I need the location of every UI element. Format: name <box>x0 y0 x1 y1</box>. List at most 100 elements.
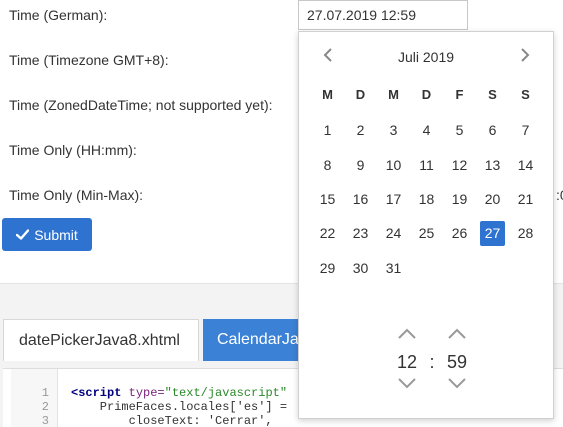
calendar-day-number: 30 <box>352 259 369 276</box>
calendar-day-empty <box>476 251 509 285</box>
calendar-day[interactable]: 25 <box>410 216 443 250</box>
line-number: 1 <box>41 386 49 400</box>
line-number: 2 <box>41 400 49 414</box>
calendar-day[interactable]: 28 <box>509 216 542 250</box>
calendar-day-number: 12 <box>451 156 468 173</box>
time-separator: : <box>429 352 435 372</box>
day-grid: 1 2 3 4 5 6 7 8 9 10 11 12 13 14 15 16 17 18 19 20 21 22 23 24 2… <box>311 113 542 285</box>
calendar-day[interactable]: 13 <box>476 147 509 181</box>
label-time-only: Time Only (HH:mm): <box>9 142 137 158</box>
calendar-day-number: 11 <box>419 156 434 173</box>
calendar-day-number: 24 <box>385 225 402 242</box>
calendar-day[interactable]: 29 <box>311 251 344 285</box>
minute-increment-button[interactable] <box>445 327 469 345</box>
calendar-day[interactable]: 20 <box>476 182 509 216</box>
tab-datepicker-java8-xhtml[interactable]: datePickerJava8.xhtml <box>3 319 199 361</box>
next-month-button[interactable] <box>514 46 536 68</box>
weekday-label: F <box>455 87 464 102</box>
calendar-day-number: 25 <box>418 225 435 242</box>
weekday-label: S <box>521 87 530 102</box>
calendar-day-number: 17 <box>385 190 402 207</box>
calendar-day[interactable]: 9 <box>344 147 377 181</box>
submit-button-label: Submit <box>34 226 78 243</box>
calendar-day-number: 16 <box>352 190 369 207</box>
code-line: <script type="text/javascript" <box>71 386 287 400</box>
weekday-label: S <box>488 87 497 102</box>
calendar-day[interactable]: 14 <box>509 147 542 181</box>
calendar-day-number: 19 <box>451 190 468 207</box>
calendar-day-number: 7 <box>521 122 530 139</box>
calendar-day[interactable]: 31 <box>377 251 410 285</box>
label-time-german: Time (German): <box>9 7 108 23</box>
calendar-day-number: 9 <box>356 156 365 173</box>
date-input-german[interactable] <box>298 0 468 30</box>
hour-decrement-button[interactable] <box>395 378 419 392</box>
minute-value: 59 <box>446 352 468 372</box>
calendar-day-empty <box>443 251 476 285</box>
weekday-label: M <box>388 87 399 102</box>
calendar-day-number: 18 <box>418 190 435 207</box>
calendar-day-number: 2 <box>356 122 365 139</box>
calendar-day-empty <box>410 251 443 285</box>
calendar-day-number: 4 <box>422 122 431 139</box>
calendar-day-number: 8 <box>323 156 332 173</box>
calendar-day[interactable]: 24 <box>377 216 410 250</box>
calendar-day-number: 29 <box>319 259 336 276</box>
calendar-day[interactable]: 8 <box>311 147 344 181</box>
code-string: "text/javascript" <box>164 386 288 400</box>
calendar-day[interactable]: 6 <box>476 113 509 147</box>
calendar-day[interactable]: 26 <box>443 216 476 250</box>
calendar-day[interactable]: 4 <box>410 113 443 147</box>
chevron-right-icon <box>520 47 530 67</box>
code-line: closeText: 'Cerrar', <box>71 414 273 427</box>
calendar-day[interactable]: 18 <box>410 182 443 216</box>
label-time-timezone: Time (Timezone GMT+8): <box>9 52 169 68</box>
calendar-day-number: 31 <box>385 259 402 276</box>
submit-button[interactable]: Submit <box>2 218 92 251</box>
calendar-day-number: 27 <box>480 220 505 246</box>
calendar-day[interactable]: 12 <box>443 147 476 181</box>
calendar-day-number: 1 <box>323 122 332 139</box>
calendar-day[interactable]: 2 <box>344 113 377 147</box>
calendar-day-number: 20 <box>484 190 501 207</box>
calendar-day-number: 6 <box>488 122 497 139</box>
calendar-day-number: 26 <box>451 225 468 242</box>
calendar-day[interactable]: 15 <box>311 182 344 216</box>
hour-value: 12 <box>396 352 418 372</box>
minute-decrement-button[interactable] <box>445 378 469 392</box>
calendar-day[interactable]: 30 <box>344 251 377 285</box>
calendar-day-number: 14 <box>517 156 534 173</box>
hour-picker: 12 <box>395 327 419 399</box>
calendar-day[interactable]: 23 <box>344 216 377 250</box>
chevron-up-icon <box>447 327 467 345</box>
datepicker-popup: Juli 2019 M D M D F S S 1 2 3 4 5 6 7 8 9 10 11 12 1… <box>298 31 554 419</box>
chevron-up-icon <box>397 327 417 345</box>
calendar-day-number: 15 <box>319 190 336 207</box>
weekday-label: D <box>421 87 432 102</box>
weekday-label: D <box>355 87 366 102</box>
calendar-day[interactable]: 11 <box>410 147 443 181</box>
minmax-input-peek[interactable]: :0 <box>556 187 563 203</box>
calendar-day-number: 13 <box>484 156 501 173</box>
chevron-down-icon <box>397 376 417 394</box>
hour-increment-button[interactable] <box>395 327 419 345</box>
chevron-down-icon <box>447 376 467 394</box>
calendar-day[interactable]: 22 <box>311 216 344 250</box>
calendar-day[interactable]: 3 <box>377 113 410 147</box>
calendar-day[interactable]: 10 <box>377 147 410 181</box>
calendar-day[interactable]: 16 <box>344 182 377 216</box>
calendar-day[interactable]: 1 <box>311 113 344 147</box>
calendar-day[interactable]: 21 <box>509 182 542 216</box>
calendar-header: Juli 2019 <box>299 46 553 68</box>
calendar-day-number: 5 <box>455 122 464 139</box>
calendar-day[interactable]: 5 <box>443 113 476 147</box>
calendar-day-empty <box>509 251 542 285</box>
calendar-day[interactable]: 27 <box>476 216 509 250</box>
calendar-day[interactable]: 7 <box>509 113 542 147</box>
calendar-day[interactable]: 17 <box>377 182 410 216</box>
calendar-day-number: 3 <box>389 122 398 139</box>
weekday-label: M <box>322 87 333 102</box>
code-tag: <script <box>71 386 122 400</box>
code-line: PrimeFaces.locales['es'] = <box>71 400 288 414</box>
calendar-day[interactable]: 19 <box>443 182 476 216</box>
